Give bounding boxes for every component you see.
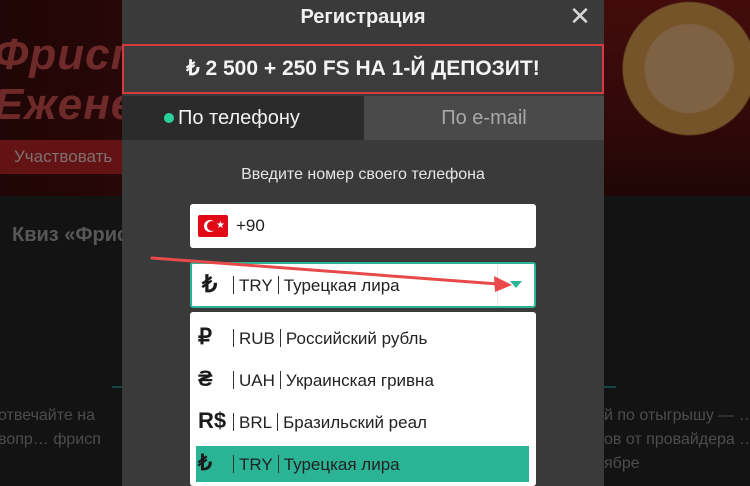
hryvnia-icon: ₴	[198, 366, 213, 391]
option-name: Российский рубль	[285, 329, 428, 348]
currency-option-uah[interactable]: ₴ UAH Украинская гривна	[196, 362, 529, 398]
option-name: Бразильский реал	[283, 413, 427, 432]
currency-code: TRY	[239, 276, 273, 295]
tab-phone-label: По телефону	[178, 107, 300, 129]
phone-input[interactable]: ★ +90	[190, 204, 536, 248]
option-code: TRY	[239, 455, 273, 474]
currency-option-brl[interactable]: R$ BRL Бразильский реал	[196, 404, 529, 440]
currency-option-rub[interactable]: ₽ RUB Российский рубль	[196, 320, 529, 356]
option-name: Украинская гривна	[285, 371, 434, 390]
option-text: TRY Турецкая лира	[228, 455, 400, 475]
option-code: UAH	[239, 371, 275, 390]
modal-title: Регистрация	[300, 6, 426, 28]
currency-name: Турецкая лира	[283, 276, 400, 295]
phone-hint: Введите номер своего телефона	[241, 166, 485, 183]
option-code: RUB	[239, 329, 275, 348]
currency-select-value: TRY Турецкая лира	[228, 276, 400, 296]
registration-modal: Регистрация ✕ ₺ 2 500 + 250 FS НА 1-Й ДЕ…	[122, 0, 604, 486]
ruble-icon: ₽	[198, 324, 212, 349]
currency-dropdown: ₽ RUB Российский рубль ₴ UAH Украинская гр…	[190, 312, 536, 486]
option-text: UAH Украинская гривна	[228, 371, 434, 391]
option-name: Турецкая лира	[283, 455, 400, 474]
option-text: BRL Бразильский реал	[228, 413, 427, 433]
tab-phone[interactable]: По телефону	[122, 96, 364, 140]
active-dot-icon	[164, 113, 174, 123]
lira-icon: ₺	[198, 450, 212, 475]
lira-icon: ₺	[202, 271, 218, 298]
dropdown-toggle[interactable]	[497, 264, 534, 306]
close-icon[interactable]: ✕	[568, 3, 592, 29]
bonus-banner: ₺ 2 500 + 250 FS НА 1-Й ДЕПОЗИТ!	[122, 44, 604, 94]
currency-option-try[interactable]: ₺ TRY Турецкая лира	[196, 446, 529, 482]
real-icon: R$	[198, 408, 227, 433]
tab-email[interactable]: По e-mail	[364, 96, 604, 140]
option-code: BRL	[239, 413, 273, 432]
phone-code: +90	[236, 216, 265, 235]
option-text: RUB Российский рубль	[228, 329, 427, 349]
registration-tabs: По телефону По e-mail	[122, 96, 604, 140]
turkey-flag-icon[interactable]: ★	[198, 215, 228, 237]
currency-select[interactable]: ₺ TRY Турецкая лира	[190, 262, 536, 308]
chevron-down-icon	[510, 281, 522, 288]
